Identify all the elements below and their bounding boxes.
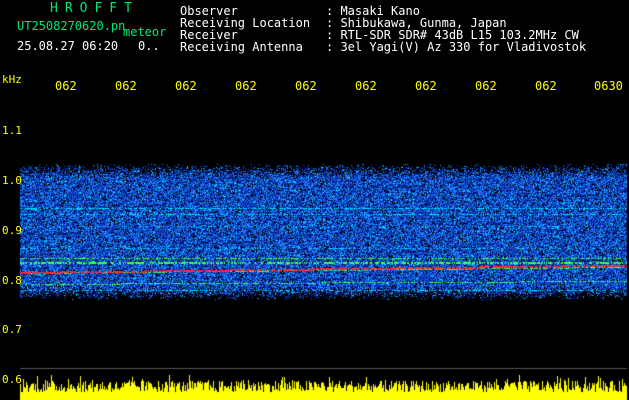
- datetime-label: 25.08.27 06:20: [17, 39, 119, 53]
- spectrogram-canvas: [0, 0, 629, 400]
- antenna-value: : 3el Yagi(V) Az 330 for Vladivostok: [326, 40, 587, 54]
- app-brand: HROFFT: [50, 1, 139, 16]
- y-axis-unit: kHz: [2, 73, 22, 86]
- x-tick: 062: [115, 79, 137, 93]
- hrofft-window: HROFFT UT2508270620.pn meteor 25.08.27 0…: [0, 0, 629, 400]
- mode-label: meteor: [123, 25, 167, 39]
- x-tick: 062: [535, 79, 557, 93]
- file-name: UT2508270620.pn: [17, 19, 126, 33]
- x-tick: 062: [295, 79, 317, 93]
- y-tick: 0.7: [2, 323, 22, 336]
- y-tick: 1.0: [2, 174, 22, 187]
- y-tick: 0.9: [2, 224, 22, 237]
- y-tick: 1.1: [2, 124, 22, 137]
- x-tick: 062: [355, 79, 377, 93]
- x-tick: 062: [415, 79, 437, 93]
- y-tick: 0.8: [2, 274, 22, 287]
- x-tick: 0630: [594, 79, 623, 93]
- y-tick: 0.6: [2, 373, 22, 386]
- antenna-label: Receiving Antenna: [180, 40, 303, 54]
- x-tick: 062: [475, 79, 497, 93]
- x-tick: 062: [235, 79, 257, 93]
- x-tick: 062: [55, 79, 77, 93]
- x-tick: 062: [175, 79, 197, 93]
- counter-label: 0..: [138, 39, 160, 53]
